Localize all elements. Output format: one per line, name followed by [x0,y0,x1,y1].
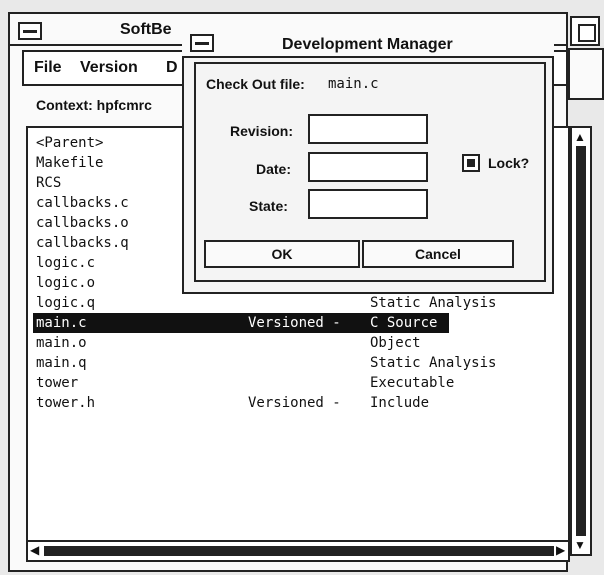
state-label: State: [249,198,288,214]
scroll-up-icon[interactable]: ▲ [574,130,586,144]
maximize-icon[interactable] [570,16,600,46]
file-name: callbacks.q [36,235,129,251]
window-menu-icon[interactable] [18,22,42,40]
file-type: Include [370,395,430,411]
file-name: logic.o [36,275,96,291]
file-row[interactable]: main.q Static Analysis [36,353,556,373]
date-label: Date: [256,161,292,177]
scroll-down-icon[interactable]: ▼ [574,538,586,552]
checkout-label: Check Out file: [206,76,305,92]
context-label: Context: hpfcmrc [36,97,152,113]
file-name: main.c [36,315,87,331]
file-name: callbacks.o [36,215,129,231]
vertical-scroll-thumb[interactable] [576,146,586,536]
revision-field[interactable] [308,114,428,144]
file-name: RCS [36,175,62,191]
file-name: tower [36,375,79,391]
file-name: Makefile [36,155,104,171]
file-name: callbacks.c [36,195,129,211]
file-row[interactable]: main.c Versioned - C Source [36,313,556,333]
lock-label: Lock? [488,155,530,171]
file-type: Object [370,335,421,351]
scroll-right-icon[interactable]: ▶ [556,543,565,557]
menu-d[interactable]: D [166,59,178,77]
file-name: main.o [36,335,87,351]
ok-button[interactable]: OK [204,240,360,268]
file-row[interactable]: main.o Object [36,333,556,353]
file-row[interactable]: tower Executable [36,373,556,393]
file-type: Static Analysis [370,355,497,371]
date-input[interactable] [310,154,426,180]
file-type: Static Analysis [370,295,497,311]
cancel-button[interactable]: Cancel [362,240,514,268]
revision-label: Revision: [230,123,294,139]
menu-file[interactable]: File [34,59,62,77]
file-name: logic.c [36,255,96,271]
main-window-title: SoftBe [120,21,172,38]
file-status: Versioned - [248,395,341,411]
file-row[interactable]: tower.h Versioned - Include [36,393,556,413]
lock-checkbox[interactable] [462,154,480,172]
file-type: Executable [370,375,455,391]
dialog-menu-icon[interactable] [190,34,214,52]
scroll-left-icon[interactable]: ◀ [30,543,39,557]
file-name: main.q [36,355,87,371]
menu-version[interactable]: Version [80,59,138,77]
file-name: logic.q [36,295,96,311]
file-name: <Parent> [36,135,104,151]
dialog-title: Development Manager [282,36,453,53]
file-row[interactable]: logic.q Static Analysis [36,293,556,313]
revision-input[interactable] [310,116,426,142]
state-field[interactable] [308,189,428,219]
date-field[interactable] [308,152,428,182]
file-type: C Source [370,315,438,331]
file-status: Versioned - [248,315,341,331]
state-input[interactable] [310,191,426,217]
window-frame-edge [568,48,604,100]
checkout-file-name: main.c [328,76,379,92]
horizontal-scroll-thumb[interactable] [44,546,554,556]
file-name: tower.h [36,395,96,411]
